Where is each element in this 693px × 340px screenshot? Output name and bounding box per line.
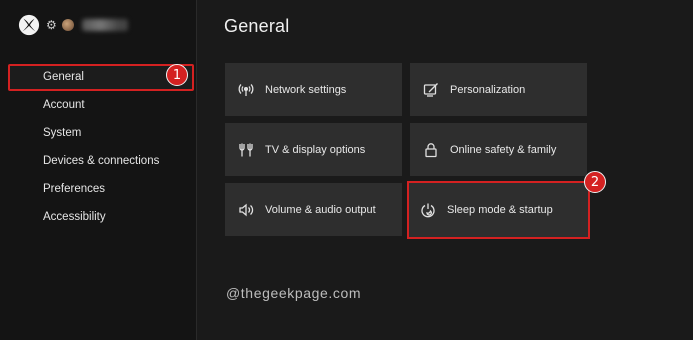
tile-online-safety-family[interactable]: Online safety & family xyxy=(410,123,587,176)
gear-icon: ⚙ xyxy=(46,18,57,32)
sidebar-item-account[interactable]: Account xyxy=(8,91,194,119)
tile-label: TV & display options xyxy=(265,143,366,156)
gamertag-blurred xyxy=(82,19,128,31)
personalization-icon xyxy=(422,81,440,99)
watermark: @thegeekpage.com xyxy=(226,285,362,301)
xbox-logo-icon[interactable] xyxy=(18,14,40,36)
tile-personalization[interactable]: Personalization xyxy=(410,63,587,116)
sidebar-item-preferences[interactable]: Preferences xyxy=(8,175,194,203)
tile-tv-display-options[interactable]: TV & display options xyxy=(225,123,402,176)
page-title: General xyxy=(224,16,290,36)
tv-display-icon xyxy=(237,141,255,159)
tile-label: Network settings xyxy=(265,83,347,96)
network-icon xyxy=(237,81,255,99)
profile-bar: ⚙ xyxy=(18,10,128,40)
sidebar-item-devices-connections[interactable]: Devices & connections xyxy=(8,147,194,175)
tile-label: Volume & audio output xyxy=(265,203,376,216)
sidebar: ⚙ General Account System Devices & conne… xyxy=(0,0,197,340)
step-badge-1: 1 xyxy=(166,64,188,86)
tile-label: Online safety & family xyxy=(450,143,557,156)
sidebar-item-accessibility[interactable]: Accessibility xyxy=(8,203,194,231)
sidebar-item-system[interactable]: System xyxy=(8,119,194,147)
tile-volume-audio-output[interactable]: Volume & audio output xyxy=(225,183,402,236)
avatar[interactable] xyxy=(62,19,74,31)
tile-network-settings[interactable]: Network settings xyxy=(225,63,402,116)
power-icon xyxy=(419,201,437,219)
step-badge-2: 2 xyxy=(584,171,606,193)
tile-label: Sleep mode & startup xyxy=(447,204,553,216)
settings-nav: General Account System Devices & connect… xyxy=(8,64,194,231)
speaker-icon xyxy=(237,201,255,219)
tile-label: Personalization xyxy=(450,83,526,96)
lock-icon xyxy=(422,141,440,159)
tile-sleep-mode-startup[interactable]: Sleep mode & startup xyxy=(407,181,590,239)
